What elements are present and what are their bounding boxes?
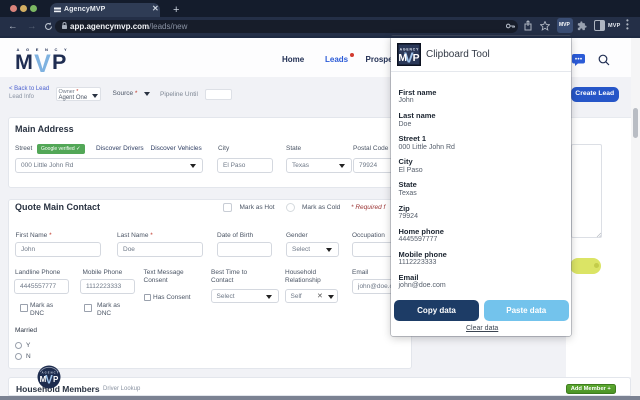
svg-text:P: P [413, 53, 420, 64]
svg-text:M: M [398, 53, 407, 64]
svg-text:M: M [39, 375, 46, 384]
svg-text:V: V [45, 375, 53, 387]
svg-text:P: P [53, 375, 59, 384]
